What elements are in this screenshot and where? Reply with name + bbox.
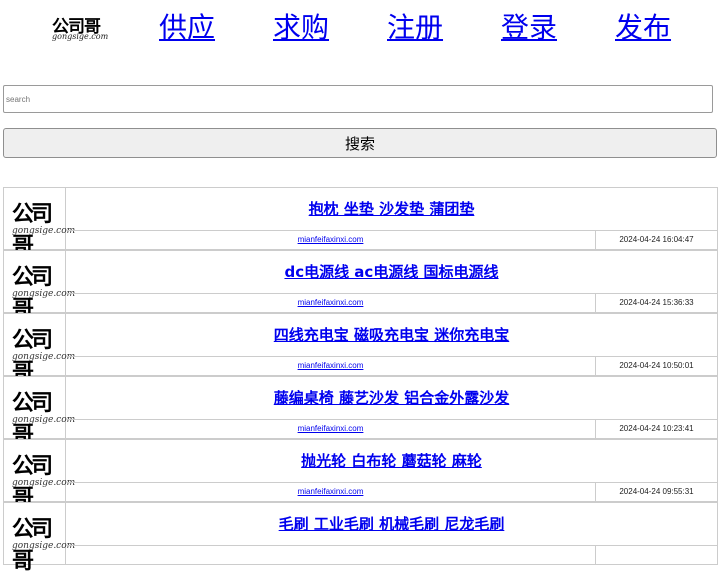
site-logo[interactable]: 公司哥 gongsige.com <box>48 12 108 44</box>
listing-row: 公司哥 gongsige.com 毛刷 工业毛刷 机械毛刷 尼龙毛刷 <box>3 502 718 574</box>
listing-title[interactable]: 抛光轮 白布轮 蘑菇轮 麻轮 <box>66 440 717 483</box>
listing-title[interactable]: 四线充电宝 磁吸充电宝 迷你充电宝 <box>66 314 717 357</box>
nav-login[interactable]: 登录 <box>501 6 557 46</box>
listing-date: 2024-04-24 16:04:47 <box>619 235 694 244</box>
listing-source-link[interactable]: mianfeifaxinxi.com <box>66 231 596 249</box>
listing-thumbnail[interactable]: 公司哥 gongsige.com <box>4 377 75 448</box>
search-button[interactable]: 搜索 <box>3 128 717 158</box>
listing-source-link[interactable]: mianfeifaxinxi.com <box>66 420 596 438</box>
listing-title[interactable]: 藤编桌椅 藤艺沙发 铝合金外露沙发 <box>66 377 717 420</box>
listing-date: 2024-04-24 10:23:41 <box>619 424 694 433</box>
listing-source-link[interactable] <box>66 546 596 564</box>
listing-list: 公司哥 gongsige.com 抱枕 坐垫 沙发垫 蒲团垫 mianfeifa… <box>3 187 718 574</box>
listing-title[interactable]: dc电源线 ac电源线 国标电源线 <box>66 251 717 294</box>
listing-row: 公司哥 gongsige.com dc电源线 ac电源线 国标电源线 mianf… <box>3 250 718 322</box>
nav-supply[interactable]: 供应 <box>159 6 215 46</box>
nav-purchase[interactable]: 求购 <box>273 6 329 46</box>
listing-source-link[interactable]: mianfeifaxinxi.com <box>66 294 596 312</box>
listing-title[interactable]: 抱枕 坐垫 沙发垫 蒲团垫 <box>66 188 717 231</box>
listing-row: 公司哥 gongsige.com 抛光轮 白布轮 蘑菇轮 麻轮 mianfeif… <box>3 439 718 511</box>
listing-date: 2024-04-24 09:55:31 <box>619 487 694 496</box>
logo-domain: gongsige.com <box>52 32 109 41</box>
nav-register[interactable]: 注册 <box>387 6 443 46</box>
listing-source-link[interactable]: mianfeifaxinxi.com <box>66 483 596 501</box>
listing-date: 2024-04-24 15:36:33 <box>619 298 694 307</box>
listing-row: 公司哥 gongsige.com 抱枕 坐垫 沙发垫 蒲团垫 mianfeifa… <box>3 187 718 259</box>
nav-publish[interactable]: 发布 <box>615 6 671 46</box>
listing-thumbnail[interactable]: 公司哥 gongsige.com <box>4 188 75 259</box>
header: 公司哥 gongsige.com 供应 求购 注册 登录 发布 <box>0 0 720 52</box>
listing-row: 公司哥 gongsige.com 藤编桌椅 藤艺沙发 铝合金外露沙发 mianf… <box>3 376 718 448</box>
listing-source-link[interactable]: mianfeifaxinxi.com <box>66 357 596 375</box>
listing-thumbnail[interactable]: 公司哥 gongsige.com <box>4 251 75 322</box>
listing-thumbnail[interactable]: 公司哥 gongsige.com <box>4 503 75 574</box>
listing-thumbnail[interactable]: 公司哥 gongsige.com <box>4 440 75 511</box>
listing-thumbnail[interactable]: 公司哥 gongsige.com <box>4 314 75 385</box>
listing-date <box>596 546 717 564</box>
listing-row: 公司哥 gongsige.com 四线充电宝 磁吸充电宝 迷你充电宝 mianf… <box>3 313 718 385</box>
listing-date: 2024-04-24 10:50:01 <box>619 361 694 370</box>
search-input[interactable] <box>3 85 713 113</box>
